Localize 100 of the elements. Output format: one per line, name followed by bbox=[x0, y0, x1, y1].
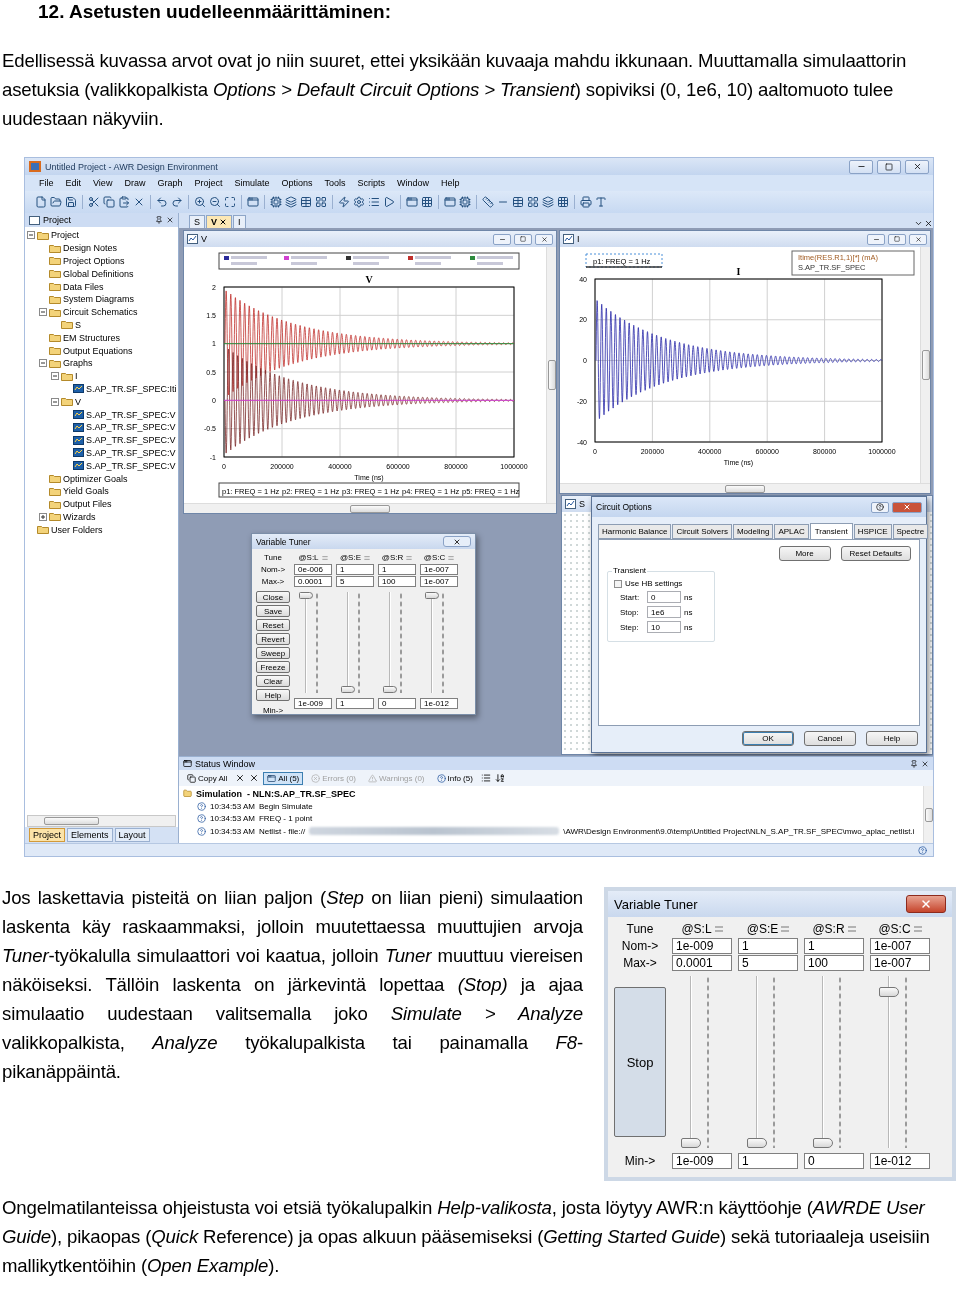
new-file-icon[interactable] bbox=[35, 196, 47, 208]
menu-item[interactable]: Edit bbox=[65, 178, 82, 188]
nominal-field[interactable]: 1 bbox=[378, 564, 416, 575]
tree-item[interactable]: Yield Goals bbox=[63, 486, 109, 497]
pin-icon[interactable] bbox=[910, 759, 918, 768]
text-field[interactable]: 1e6 bbox=[647, 606, 681, 618]
cut-icon[interactable] bbox=[88, 196, 100, 208]
zoom-in-icon[interactable] bbox=[194, 196, 206, 208]
collapse-icon[interactable] bbox=[51, 372, 59, 381]
text-icon[interactable] bbox=[595, 196, 607, 208]
tree-item[interactable]: S.AP_TR.SF_SPEC:V bbox=[86, 447, 176, 458]
document-tab[interactable]: V bbox=[206, 215, 233, 228]
open-folder-icon[interactable] bbox=[50, 196, 62, 208]
tuner-button[interactable]: Reset bbox=[256, 619, 290, 631]
tuner-button[interactable]: Clear bbox=[256, 675, 290, 687]
table-icon[interactable] bbox=[512, 196, 524, 208]
undo-icon[interactable] bbox=[156, 196, 168, 208]
max-field[interactable]: 1e-007 bbox=[420, 576, 458, 587]
pane-tab[interactable]: Project bbox=[29, 828, 65, 842]
close-button[interactable] bbox=[906, 895, 946, 913]
tree-item[interactable]: EM Structures bbox=[63, 332, 120, 343]
grip-icon[interactable] bbox=[448, 555, 455, 560]
close-button[interactable] bbox=[443, 536, 471, 547]
max-field[interactable]: 100 bbox=[804, 955, 864, 971]
tree-item[interactable]: I bbox=[75, 371, 78, 382]
tuner-button[interactable]: Help bbox=[256, 689, 290, 701]
dialog-tab[interactable]: HSPICE bbox=[853, 524, 892, 539]
grip-icon[interactable] bbox=[364, 555, 370, 560]
grip-icon[interactable] bbox=[406, 555, 413, 560]
window-icon[interactable] bbox=[406, 196, 418, 208]
dialog-button[interactable]: Help bbox=[866, 731, 918, 746]
expand-icon[interactable] bbox=[39, 512, 47, 521]
collapse-icon[interactable] bbox=[51, 397, 59, 406]
dropdown-icon[interactable] bbox=[914, 219, 923, 228]
maximize-button[interactable] bbox=[514, 233, 532, 245]
max-field[interactable]: 1e-007 bbox=[870, 955, 930, 971]
menu-item[interactable]: Project bbox=[194, 178, 223, 188]
tree-item[interactable]: Data Files bbox=[63, 281, 104, 292]
tuner-button[interactable]: Stop bbox=[614, 987, 666, 1137]
nominal-field[interactable]: 1e-009 bbox=[672, 938, 732, 954]
tree-item[interactable]: S.AP_TR.SF_SPEC:V bbox=[86, 409, 176, 420]
nominal-field[interactable]: 1 bbox=[336, 564, 374, 575]
chip-icon[interactable] bbox=[270, 196, 282, 208]
gear-icon[interactable] bbox=[353, 196, 365, 208]
tree-item[interactable]: S.AP_TR.SF_SPEC:V bbox=[86, 435, 176, 446]
help-icon[interactable] bbox=[918, 845, 927, 855]
document-tab[interactable]: S bbox=[189, 215, 205, 228]
close-icon[interactable] bbox=[166, 216, 174, 224]
dialog-tab[interactable]: APLAC bbox=[774, 524, 809, 539]
grid-icon[interactable] bbox=[557, 196, 569, 208]
tree-item[interactable]: System Diagrams bbox=[63, 294, 134, 305]
delete-icon[interactable] bbox=[133, 196, 145, 208]
layers-icon[interactable] bbox=[542, 196, 554, 208]
max-field[interactable]: 5 bbox=[336, 576, 374, 587]
min-field[interactable]: 1e-012 bbox=[870, 1153, 930, 1169]
sort-icon[interactable] bbox=[494, 773, 505, 783]
more-button[interactable]: More bbox=[778, 546, 831, 561]
dialog-tab[interactable]: Transient bbox=[809, 523, 853, 539]
grip-icon[interactable] bbox=[913, 926, 922, 932]
menu-item[interactable]: View bbox=[93, 178, 113, 188]
menu-item[interactable]: File bbox=[39, 178, 54, 188]
pin-icon[interactable] bbox=[155, 216, 163, 224]
tree-item[interactable]: Optimizer Goals bbox=[63, 473, 128, 484]
dialog-tab[interactable]: Circuit Solvers bbox=[672, 524, 732, 539]
list-icon[interactable] bbox=[368, 196, 380, 208]
tree-item[interactable]: S.AP_TR.SF_SPEC:V bbox=[86, 460, 176, 471]
grid-icon[interactable] bbox=[421, 196, 433, 208]
redo-icon[interactable] bbox=[171, 196, 183, 208]
slider-thumb[interactable] bbox=[681, 1138, 701, 1148]
tree-item[interactable]: Circuit Schematics bbox=[63, 307, 138, 318]
tree-item[interactable]: Design Notes bbox=[63, 243, 118, 254]
dialog-tab[interactable]: Harmonic Balance bbox=[598, 524, 672, 539]
grip-icon[interactable] bbox=[847, 926, 856, 932]
window-icon[interactable] bbox=[247, 196, 259, 208]
scrollbar[interactable] bbox=[920, 247, 930, 483]
grip-icon[interactable] bbox=[321, 555, 328, 560]
dialog-button[interactable]: OK bbox=[742, 731, 794, 746]
minimize-button[interactable] bbox=[867, 233, 885, 245]
grip-icon[interactable] bbox=[781, 926, 790, 932]
scrollbar[interactable] bbox=[923, 786, 933, 843]
min-field[interactable]: 1e-009 bbox=[672, 1153, 732, 1169]
copy-all-button[interactable]: Copy All bbox=[183, 771, 232, 785]
marker-box[interactable] bbox=[585, 253, 663, 268]
tree-item[interactable]: Global Definitions bbox=[63, 268, 134, 279]
menu-item[interactable]: Graph bbox=[157, 178, 183, 188]
paste-icon[interactable] bbox=[118, 196, 130, 208]
min-field[interactable]: 1e-012 bbox=[420, 698, 458, 709]
slider-thumb[interactable] bbox=[341, 686, 356, 693]
play-icon[interactable] bbox=[383, 196, 395, 208]
zoom-out-icon[interactable] bbox=[209, 196, 221, 208]
tree-item[interactable]: Project Options bbox=[63, 256, 125, 266]
table-icon[interactable] bbox=[300, 196, 312, 208]
minimize-button[interactable] bbox=[493, 233, 511, 245]
nominal-field[interactable]: 1 bbox=[804, 938, 864, 954]
collapse-icon[interactable] bbox=[39, 359, 47, 368]
nominal-field[interactable]: 1 bbox=[738, 938, 798, 954]
save-icon[interactable] bbox=[65, 196, 77, 208]
maximize-button[interactable] bbox=[888, 233, 906, 245]
tuner-button[interactable]: Sweep bbox=[256, 647, 290, 659]
slider-thumb[interactable] bbox=[747, 1138, 767, 1148]
